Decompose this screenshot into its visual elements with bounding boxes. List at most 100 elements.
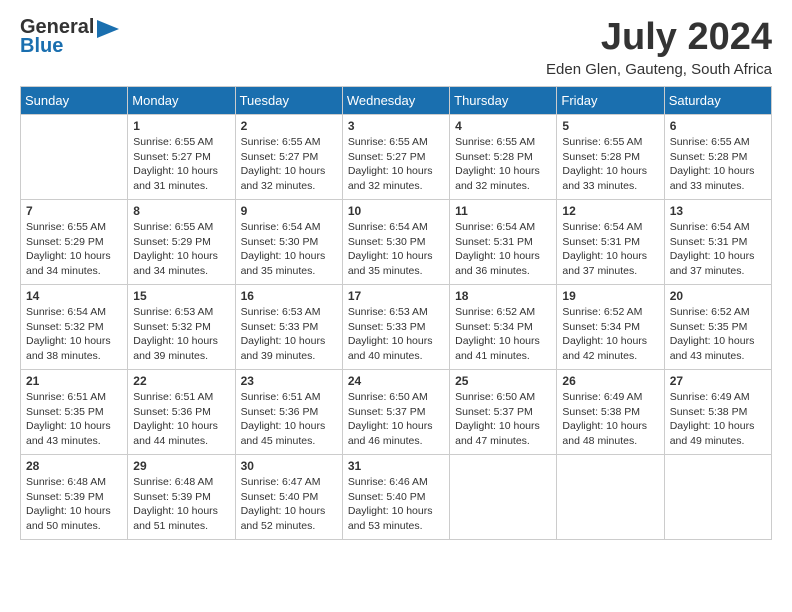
calendar-table: Sunday Monday Tuesday Wednesday Thursday… (20, 86, 772, 540)
day-number: 12 (562, 204, 658, 218)
day-number: 27 (670, 374, 766, 388)
day-info: Sunrise: 6:51 AM Sunset: 5:36 PM Dayligh… (133, 390, 229, 449)
table-row (450, 455, 557, 540)
table-row: 18 Sunrise: 6:52 AM Sunset: 5:34 PM Dayli… (450, 285, 557, 370)
logo-blue-text: Blue (20, 35, 63, 58)
table-row: 4 Sunrise: 6:55 AM Sunset: 5:28 PM Daylig… (450, 115, 557, 200)
calendar-header-row: Sunday Monday Tuesday Wednesday Thursday… (21, 87, 772, 115)
week-row-1: 1 Sunrise: 6:55 AM Sunset: 5:27 PM Daylig… (21, 115, 772, 200)
day-info: Sunrise: 6:48 AM Sunset: 5:39 PM Dayligh… (133, 475, 229, 534)
day-info: Sunrise: 6:55 AM Sunset: 5:29 PM Dayligh… (26, 220, 122, 279)
day-number: 7 (26, 204, 122, 218)
day-info: Sunrise: 6:54 AM Sunset: 5:32 PM Dayligh… (26, 305, 122, 364)
day-number: 19 (562, 289, 658, 303)
table-row: 1 Sunrise: 6:55 AM Sunset: 5:27 PM Daylig… (128, 115, 235, 200)
day-info: Sunrise: 6:49 AM Sunset: 5:38 PM Dayligh… (562, 390, 658, 449)
col-thursday: Thursday (450, 87, 557, 115)
day-number: 16 (241, 289, 337, 303)
page-header: General Blue July 2024 Eden Glen, Gauten… (20, 16, 772, 78)
day-number: 9 (241, 204, 337, 218)
table-row: 12 Sunrise: 6:54 AM Sunset: 5:31 PM Dayli… (557, 200, 664, 285)
title-section: July 2024 Eden Glen, Gauteng, South Afri… (546, 16, 772, 78)
table-row: 3Sunrise: 6:55 AM Sunset: 5:27 PM Daylig… (342, 115, 449, 200)
day-number: 20 (670, 289, 766, 303)
day-info: Sunrise: 6:47 AM Sunset: 5:40 PM Dayligh… (241, 475, 337, 534)
day-info: Sunrise: 6:54 AM Sunset: 5:31 PM Dayligh… (562, 220, 658, 279)
table-row: 26 Sunrise: 6:49 AM Sunset: 5:38 PM Dayli… (557, 370, 664, 455)
table-row: 24Sunrise: 6:50 AM Sunset: 5:37 PM Dayli… (342, 370, 449, 455)
day-number: 31 (348, 459, 444, 473)
logo: General Blue (20, 16, 119, 58)
table-row: 23Sunrise: 6:51 AM Sunset: 5:36 PM Dayli… (235, 370, 342, 455)
day-info: Sunrise: 6:53 AM Sunset: 5:32 PM Dayligh… (133, 305, 229, 364)
col-sunday: Sunday (21, 87, 128, 115)
week-row-2: 7 Sunrise: 6:55 AM Sunset: 5:29 PM Daylig… (21, 200, 772, 285)
day-info: Sunrise: 6:54 AM Sunset: 5:30 PM Dayligh… (348, 220, 444, 279)
day-number: 4 (455, 119, 551, 133)
table-row: 29 Sunrise: 6:48 AM Sunset: 5:39 PM Dayli… (128, 455, 235, 540)
col-monday: Monday (128, 87, 235, 115)
day-number: 25 (455, 374, 551, 388)
table-row: 7 Sunrise: 6:55 AM Sunset: 5:29 PM Daylig… (21, 200, 128, 285)
day-number: 2 (241, 119, 337, 133)
table-row: 30 Sunrise: 6:47 AM Sunset: 5:40 PM Dayli… (235, 455, 342, 540)
col-tuesday: Tuesday (235, 87, 342, 115)
table-row (664, 455, 771, 540)
day-number: 22 (133, 374, 229, 388)
table-row: 15Sunrise: 6:53 AM Sunset: 5:32 PM Dayli… (128, 285, 235, 370)
table-row: 14 Sunrise: 6:54 AM Sunset: 5:32 PM Dayli… (21, 285, 128, 370)
day-number: 30 (241, 459, 337, 473)
day-number: 1 (133, 119, 229, 133)
day-info: Sunrise: 6:49 AM Sunset: 5:38 PM Dayligh… (670, 390, 766, 449)
col-wednesday: Wednesday (342, 87, 449, 115)
day-info: Sunrise: 6:55 AM Sunset: 5:27 PM Dayligh… (133, 135, 229, 194)
table-row: 10 Sunrise: 6:54 AM Sunset: 5:30 PM Dayli… (342, 200, 449, 285)
day-info: Sunrise: 6:51 AM Sunset: 5:35 PM Dayligh… (26, 390, 122, 449)
location-subtitle: Eden Glen, Gauteng, South Africa (546, 61, 772, 78)
day-info: Sunrise: 6:48 AM Sunset: 5:39 PM Dayligh… (26, 475, 122, 534)
table-row: 8 Sunrise: 6:55 AM Sunset: 5:29 PM Daylig… (128, 200, 235, 285)
table-row: 22 Sunrise: 6:51 AM Sunset: 5:36 PM Dayli… (128, 370, 235, 455)
table-row: 2 Sunrise: 6:55 AM Sunset: 5:27 PM Daylig… (235, 115, 342, 200)
day-number: 18 (455, 289, 551, 303)
day-info: Sunrise: 6:55 AM Sunset: 5:27 PM Dayligh… (241, 135, 337, 194)
day-number: 29 (133, 459, 229, 473)
col-saturday: Saturday (664, 87, 771, 115)
table-row: 27 Sunrise: 6:49 AM Sunset: 5:38 PM Dayli… (664, 370, 771, 455)
table-row: 13 Sunrise: 6:54 AM Sunset: 5:31 PM Dayli… (664, 200, 771, 285)
day-info: Sunrise: 6:54 AM Sunset: 5:31 PM Dayligh… (670, 220, 766, 279)
day-info: Sunrise: 6:52 AM Sunset: 5:35 PM Dayligh… (670, 305, 766, 364)
day-info: Sunrise: 6:55 AM Sunset: 5:28 PM Dayligh… (455, 135, 551, 194)
day-number: 26 (562, 374, 658, 388)
day-info: Sunrise: 6:54 AM Sunset: 5:31 PM Dayligh… (455, 220, 551, 279)
day-info: Sunrise: 6:53 AM Sunset: 5:33 PM Dayligh… (241, 305, 337, 364)
table-row: 21Sunrise: 6:51 AM Sunset: 5:35 PM Dayli… (21, 370, 128, 455)
day-number: 6 (670, 119, 766, 133)
table-row (557, 455, 664, 540)
week-row-5: 28 Sunrise: 6:48 AM Sunset: 5:39 PM Dayli… (21, 455, 772, 540)
day-info: Sunrise: 6:55 AM Sunset: 5:29 PM Dayligh… (133, 220, 229, 279)
table-row: 9Sunrise: 6:54 AM Sunset: 5:30 PM Daylig… (235, 200, 342, 285)
day-number: 8 (133, 204, 229, 218)
week-row-3: 14 Sunrise: 6:54 AM Sunset: 5:32 PM Dayli… (21, 285, 772, 370)
table-row: 20 Sunrise: 6:52 AM Sunset: 5:35 PM Dayli… (664, 285, 771, 370)
day-number: 11 (455, 204, 551, 218)
table-row (21, 115, 128, 200)
day-info: Sunrise: 6:52 AM Sunset: 5:34 PM Dayligh… (562, 305, 658, 364)
day-number: 14 (26, 289, 122, 303)
day-number: 13 (670, 204, 766, 218)
day-info: Sunrise: 6:50 AM Sunset: 5:37 PM Dayligh… (455, 390, 551, 449)
day-number: 10 (348, 204, 444, 218)
day-info: Sunrise: 6:52 AM Sunset: 5:34 PM Dayligh… (455, 305, 551, 364)
day-info: Sunrise: 6:53 AM Sunset: 5:33 PM Dayligh… (348, 305, 444, 364)
table-row: 31 Sunrise: 6:46 AM Sunset: 5:40 PM Dayli… (342, 455, 449, 540)
table-row: 11 Sunrise: 6:54 AM Sunset: 5:31 PM Dayli… (450, 200, 557, 285)
table-row: 5Sunrise: 6:55 AM Sunset: 5:28 PM Daylig… (557, 115, 664, 200)
day-number: 23 (241, 374, 337, 388)
table-row: 25 Sunrise: 6:50 AM Sunset: 5:37 PM Dayli… (450, 370, 557, 455)
day-info: Sunrise: 6:46 AM Sunset: 5:40 PM Dayligh… (348, 475, 444, 534)
day-number: 5 (562, 119, 658, 133)
table-row: 28 Sunrise: 6:48 AM Sunset: 5:39 PM Dayli… (21, 455, 128, 540)
month-year-title: July 2024 (546, 16, 772, 59)
day-number: 28 (26, 459, 122, 473)
